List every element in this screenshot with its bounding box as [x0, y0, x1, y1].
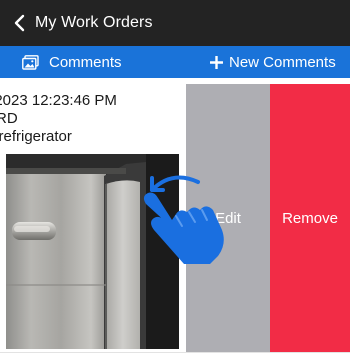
new-comments-button[interactable]: New Comments: [210, 46, 336, 78]
back-button[interactable]: My Work Orders: [0, 0, 153, 46]
edit-label: Edit: [215, 209, 241, 227]
comment-body: n refrigerator: [0, 128, 72, 145]
image-icon: [22, 54, 39, 70]
refrigerator-photo-image: [6, 154, 179, 349]
navigation-bar: My Work Orders: [0, 0, 350, 46]
comment-row[interactable]: , 2023 12:23:46 PM ARD n refrigerator: [0, 84, 350, 352]
refrigerator-photo[interactable]: [6, 154, 179, 349]
new-comments-label: New Comments: [229, 53, 336, 71]
comment-text: , 2023 12:23:46 PM ARD n refrigerator: [0, 92, 117, 146]
edit-button[interactable]: Edit: [186, 84, 270, 352]
remove-button[interactable]: Remove: [270, 84, 350, 352]
remove-label: Remove: [282, 209, 338, 227]
comment-row-content[interactable]: , 2023 12:23:46 PM ARD n refrigerator: [0, 84, 186, 352]
chevron-left-icon: [14, 14, 25, 32]
comments-button[interactable]: Comments: [22, 46, 122, 78]
screen: My Work Orders Comments New Comments , 2…: [0, 0, 350, 364]
comment-author: ARD: [0, 110, 18, 127]
action-bar: Comments New Comments: [0, 46, 350, 78]
back-button-label: My Work Orders: [35, 14, 153, 31]
comments-label: Comments: [49, 53, 122, 71]
plus-icon: [210, 55, 223, 69]
comment-timestamp: , 2023 12:23:46 PM: [0, 92, 117, 109]
row-divider: [0, 352, 350, 353]
